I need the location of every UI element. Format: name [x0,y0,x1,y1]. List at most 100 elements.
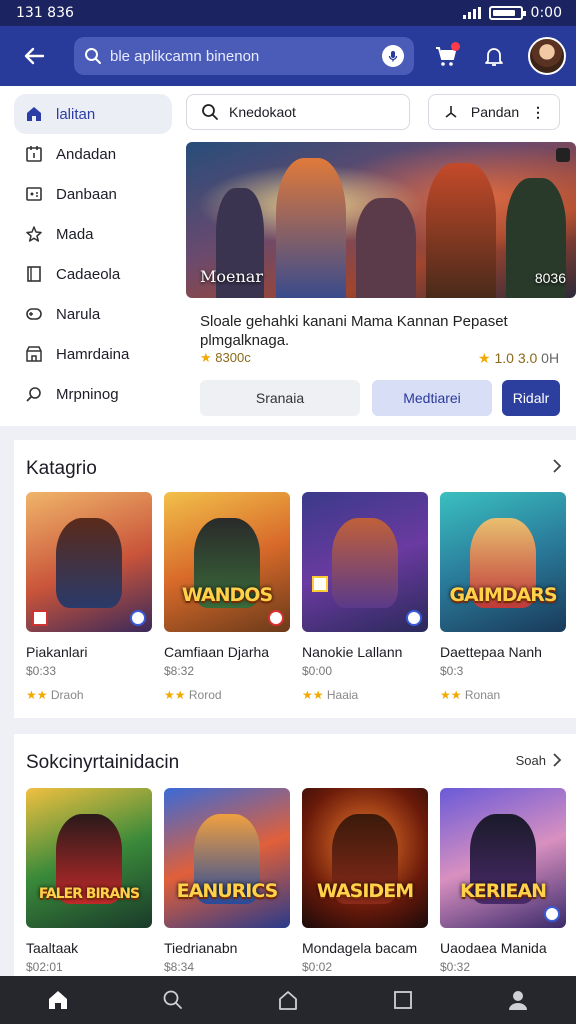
game-thumbnail: KERIEAN [440,788,566,928]
voice-search-icon[interactable] [382,45,404,67]
sidebar-item-mrpninog[interactable]: Mrpninog [14,374,172,414]
avatar[interactable] [528,37,566,75]
chevron-right-icon [553,753,562,767]
see-all-label: Soah [515,752,546,768]
sidebar-item-home[interactable]: lalitan [14,94,172,134]
game-badge [32,610,48,626]
banner-title: Moenar [200,267,263,286]
featured-rating-right: ★ 1.0 3.0 0H [478,350,560,366]
star-icon: ★★ [440,688,462,702]
card-price: $0:3 [440,664,464,678]
sidebar-item-hamrdaina[interactable]: Hamrdaina [14,334,172,374]
card-price: $8:34 [164,960,195,974]
filter-search-field[interactable]: Knedokaot [186,94,410,130]
controller-icon [24,304,44,324]
nav-window-button[interactable] [381,978,425,1022]
bottom-nav [0,976,576,1024]
game-card[interactable]: FALER BIRANS Taaltaak $02:01 [26,788,152,974]
sort-label: Pandan [470,104,520,120]
card-price: $0:02 [302,960,333,974]
secondary-button[interactable]: Sranaia [200,380,360,416]
sidebar-item-label: Andadan [56,145,117,163]
sidebar-item-danbaan[interactable]: Danbaan [14,174,172,214]
game-thumbnail: FALER BIRANS [26,788,152,928]
game-card[interactable]: EANURICS Tiedrianabn $8:34 [164,788,290,974]
star-icon [24,224,44,244]
card-price: $0:33 [26,664,57,678]
sidebar-item-label: Hamrdaina [56,345,130,363]
notifications-button[interactable] [476,38,512,74]
game-card[interactable]: WANDOS Camfiaan Djarha $8:32 ★★ Rorod [164,492,290,702]
game-logo: FALER BIRANS [38,886,140,902]
cart-button[interactable] [428,38,464,74]
game-thumbnail: GAIMDARS [440,492,566,632]
search-icon [85,48,101,64]
sidebar-item-cadaeola[interactable]: Cadaeola [14,254,172,294]
game-logo: WANDOS [181,584,273,606]
nav-search-button[interactable] [151,978,195,1022]
section-more-button[interactable] [552,458,562,474]
sidebar-item-andadan[interactable]: Andadan [14,134,172,174]
recommended-section: Sokcinyrtainidacin Soah FALER BIRANS Taa… [14,734,576,976]
sidebar-item-mada[interactable]: Mada [14,214,172,254]
featured-panel: lalitan Andadan Danbaan Mada Cadaeola Na… [0,86,576,426]
nav-home-button[interactable] [36,978,80,1022]
search-placeholder: ble aplikcamn binenon [110,47,260,65]
game-card[interactable]: WASIDEM Mondagela bacam $0:02 [302,788,428,974]
card-title: Uaodaea Manida [440,940,547,956]
card-price: $0:32 [440,960,471,974]
sidebar-item-label: Mrpninog [56,385,119,403]
game-badge [312,576,328,592]
card-title: Taaltaak [26,940,79,956]
search-icon [163,990,182,1009]
game-card[interactable]: Nanokie Lallann $0:00 ★★ Haaia [302,492,428,702]
game-thumbnail [302,492,428,632]
home-icon [48,991,67,1009]
more-icon[interactable]: ⋮ [531,104,545,121]
status-clock: 0:00 [530,5,562,21]
card-title: Mondagela bacam [302,940,418,956]
game-logo: KERIEAN [460,880,547,902]
primary-button[interactable]: Ridalr [502,380,560,416]
card-title: Camfiaan Djarha [164,644,270,660]
banner-menu-icon[interactable] [556,148,570,162]
tertiary-button[interactable]: Medtiarei [372,380,492,416]
star-icon: ★ [478,350,491,366]
game-logo: GAIMDARS [449,584,557,606]
profile-icon [509,991,528,1010]
card-price: $02:01 [26,960,63,974]
game-card[interactable]: GAIMDARS Daettepaa Nanh $0:3 ★★ Ronan [440,492,566,702]
nav-profile-button[interactable] [496,978,540,1022]
featured-banner[interactable]: Moenar 8036 [186,142,576,298]
nav-library-button[interactable] [266,978,310,1022]
sidebar-item-label: Cadaeola [56,265,121,283]
sidebar-item-narula[interactable]: Narula [14,294,172,334]
game-card[interactable]: Piakanlari $0:33 ★★ Draoh [26,492,152,702]
chevron-right-icon [553,459,562,473]
banner-character [276,158,346,298]
back-arrow-icon[interactable] [12,34,56,78]
game-card[interactable]: KERIEAN Uaodaea Manida $0:32 [440,788,566,974]
sidebar-item-label: Narula [56,305,101,323]
game-character [332,518,398,608]
card-rating: ★★ Rorod [164,688,222,702]
card-title: Daettepaa Nanh [440,644,542,660]
card-title: Nanokie Lallann [302,644,403,660]
sort-dropdown[interactable]: Pandan ⋮ [428,94,560,130]
cart-badge [451,42,460,51]
category-section: Katagrio Piakanlari $0:33 ★★ Draoh WANDO… [14,440,576,718]
card-rating: ★★ Ronan [440,688,501,702]
game-badge [544,906,560,922]
game-thumbnail: EANURICS [164,788,290,928]
sidebar-item-label: lalitan [56,105,96,123]
star-icon: ★★ [164,688,186,702]
game-badge [406,610,422,626]
filter-search-label: Knedokaot [229,104,296,120]
card-title: Piakanlari [26,644,88,660]
banner-character [356,198,416,298]
search-input[interactable]: ble aplikcamn binenon [74,37,414,75]
settings-icon [24,384,44,404]
star-icon: ★★ [302,688,324,702]
status-time: 131 836 [16,5,74,21]
see-all-button[interactable]: Soah [516,752,562,768]
